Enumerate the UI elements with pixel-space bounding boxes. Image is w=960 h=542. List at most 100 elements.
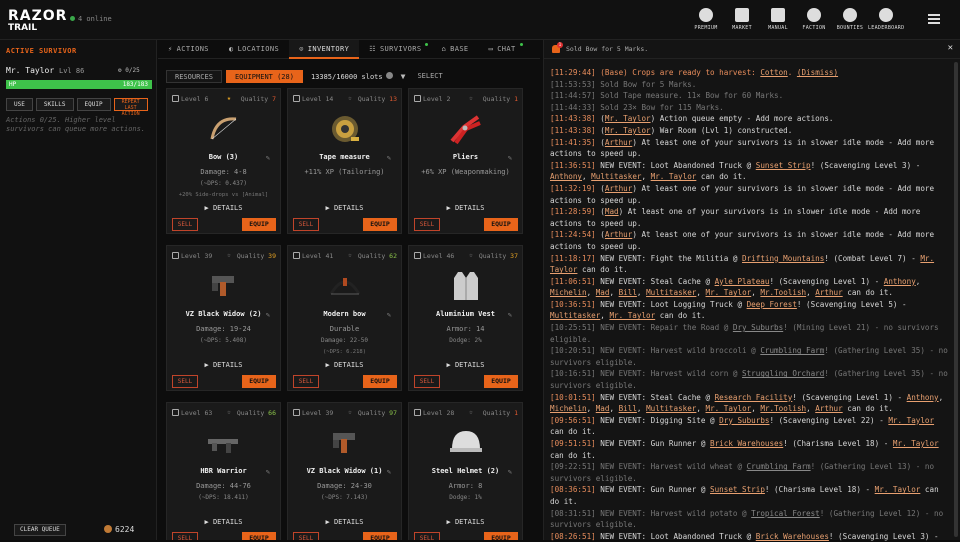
use-button[interactable]: USE [6,98,33,111]
details-toggle[interactable]: ▶ DETAILS [288,361,401,369]
favorite-star-icon[interactable]: ☆ [227,408,231,416]
favorite-star-icon[interactable]: ★ [227,94,231,102]
rename-pencil-icon[interactable]: ✎ [508,154,512,162]
log-link[interactable]: Brick Warehouses [710,439,783,448]
log-link[interactable]: Deep Forest [747,300,797,309]
select-checkbox[interactable] [414,409,421,416]
log-link[interactable]: Arthur [605,138,632,147]
log-link[interactable]: Bill [619,404,637,413]
log-link[interactable]: Mr. Taylor [875,485,921,494]
log-link[interactable]: Arthur [815,404,842,413]
tab-locations[interactable]: ◐ LOCATIONS [219,40,289,59]
tab-survivors[interactable]: ☷ SURVIVORS [359,40,431,59]
sell-button[interactable]: SELL [172,375,198,388]
equip-item-button[interactable]: EQUIP [363,218,397,231]
rename-pencil-icon[interactable]: ✎ [508,311,512,319]
rename-pencil-icon[interactable]: ✎ [266,468,270,476]
log-link[interactable]: Dry Suburbs [719,416,769,425]
log-link[interactable]: Anthony [550,172,582,181]
filter-icon[interactable]: ▼ [401,72,406,81]
tab-base[interactable]: ⌂ BASE [431,40,478,59]
select-checkbox[interactable] [414,95,421,102]
log-link[interactable]: Mad [605,207,619,216]
item-card[interactable]: Level 39 ☆ Quality 97 VZ Black Widow (1) ✎ Da… [287,402,402,540]
equip-item-button[interactable]: EQUIP [484,218,518,231]
tab-inventory[interactable]: ⊙ INVENTORY [289,40,360,59]
log-link[interactable]: Multitasker [550,311,600,320]
log-link[interactable]: Mr. Taylor [706,288,752,297]
equip-item-button[interactable]: EQUIP [484,375,518,388]
sell-button[interactable]: SELL [414,218,440,231]
log-link[interactable]: Brick Warehouses [756,532,829,541]
log-link[interactable]: Mr. Taylor [609,311,655,320]
sell-button[interactable]: SELL [293,532,319,540]
log-link[interactable]: Arthur [605,230,632,239]
item-card[interactable]: Level 14 ☆ Quality 13 Tape measure ✎ +11% XP … [287,88,402,234]
log-link[interactable]: Mad [596,404,610,413]
game-logo[interactable]: RAZOR TRAIL [8,9,66,35]
item-card[interactable]: Level 2 ☆ Quality 1 Pliers ✎ +6% XP (Weaponma… [408,88,523,234]
log-link[interactable]: Drifting Mountains [742,254,824,263]
log-link[interactable]: Mad [596,288,610,297]
sell-button[interactable]: SELL [414,375,440,388]
survivor-name[interactable]: Mr. Taylor Lvl 86 [6,66,84,75]
sell-button[interactable]: SELL [293,375,319,388]
favorite-star-icon[interactable]: ☆ [227,251,231,259]
item-card[interactable]: Level 6 ★ Quality 7 Bow (3) ✎ Damage: 4-8 (~DP… [166,88,281,234]
log-link[interactable]: Anthony [884,277,916,286]
sell-button[interactable]: SELL [414,532,440,540]
skills-button[interactable]: SKILLS [35,98,74,111]
favorite-star-icon[interactable]: ☆ [469,251,473,259]
log-link[interactable]: Arthur [815,288,842,297]
log-link[interactable]: Crumbling Farm [747,462,811,471]
item-card[interactable]: Level 28 ☆ Quality 1 Steel Helmet (2) ✎ Armor… [408,402,523,540]
log-link[interactable]: Research Facility [715,393,793,402]
details-toggle[interactable]: ▶ DETAILS [167,204,280,212]
log-link[interactable]: Multitasker [591,172,641,181]
sell-button[interactable]: SELL [172,218,198,231]
tab-resources[interactable]: RESOURCES [166,69,222,83]
details-toggle[interactable]: ▶ DETAILS [167,361,280,369]
log-link[interactable]: Arthur [605,184,632,193]
log-link[interactable]: Sunset Strip [710,485,765,494]
log-link[interactable]: Mr. Taylor [605,126,651,135]
log-link[interactable]: (Dismiss) [797,68,838,77]
top-nav-premium[interactable]: PREMIUM [688,6,724,36]
log-link[interactable]: Cotton [760,68,787,77]
favorite-star-icon[interactable]: ☆ [348,251,352,259]
details-toggle[interactable]: ▶ DETAILS [409,204,522,212]
details-toggle[interactable]: ▶ DETAILS [167,518,280,526]
log-link[interactable]: Mr. Taylor [706,404,752,413]
select-checkbox[interactable] [293,252,300,259]
item-card[interactable]: Level 41 ☆ Quality 62 Modern bow ✎ Durable Dam… [287,245,402,391]
close-icon[interactable]: ✕ [948,43,953,53]
log-link[interactable]: Mr. Taylor [651,172,697,181]
log-link[interactable]: Struggling Orchard [742,369,824,378]
top-nav-market[interactable]: MARKET [724,6,760,36]
equip-item-button[interactable]: EQUIP [484,532,518,540]
rename-pencil-icon[interactable]: ✎ [387,468,391,476]
equip-item-button[interactable]: EQUIP [242,532,276,540]
log-link[interactable]: Ayle Plateau [715,277,770,286]
log-link[interactable]: Dry Suburbs [733,323,783,332]
log-link[interactable]: Michelin [550,404,587,413]
rename-pencil-icon[interactable]: ✎ [387,154,391,162]
favorite-star-icon[interactable]: ☆ [348,94,352,102]
log-link[interactable]: Crumbling Farm [760,346,824,355]
rename-pencil-icon[interactable]: ✎ [387,311,391,319]
select-checkbox[interactable] [172,252,179,259]
clear-queue-button[interactable]: CLEAR QUEUE [14,524,66,536]
details-toggle[interactable]: ▶ DETAILS [409,361,522,369]
select-checkbox[interactable] [293,409,300,416]
sell-button[interactable]: SELL [293,218,319,231]
equip-item-button[interactable]: EQUIP [242,218,276,231]
item-card[interactable]: Level 39 ☆ Quality 39 VZ Black Widow (2) ✎ Da… [166,245,281,391]
equip-item-button[interactable]: EQUIP [363,375,397,388]
rename-pencil-icon[interactable]: ✎ [266,311,270,319]
item-card[interactable]: Level 46 ☆ Quality 37 Aluminium Vest ✎ Armor:… [408,245,523,391]
top-nav-leaderboard[interactable]: LEADERBOARD [868,6,904,36]
select-checkbox[interactable] [293,95,300,102]
select-checkbox[interactable] [172,95,179,102]
log-link[interactable]: Multitasker [646,404,696,413]
sell-button[interactable]: SELL [172,532,198,540]
